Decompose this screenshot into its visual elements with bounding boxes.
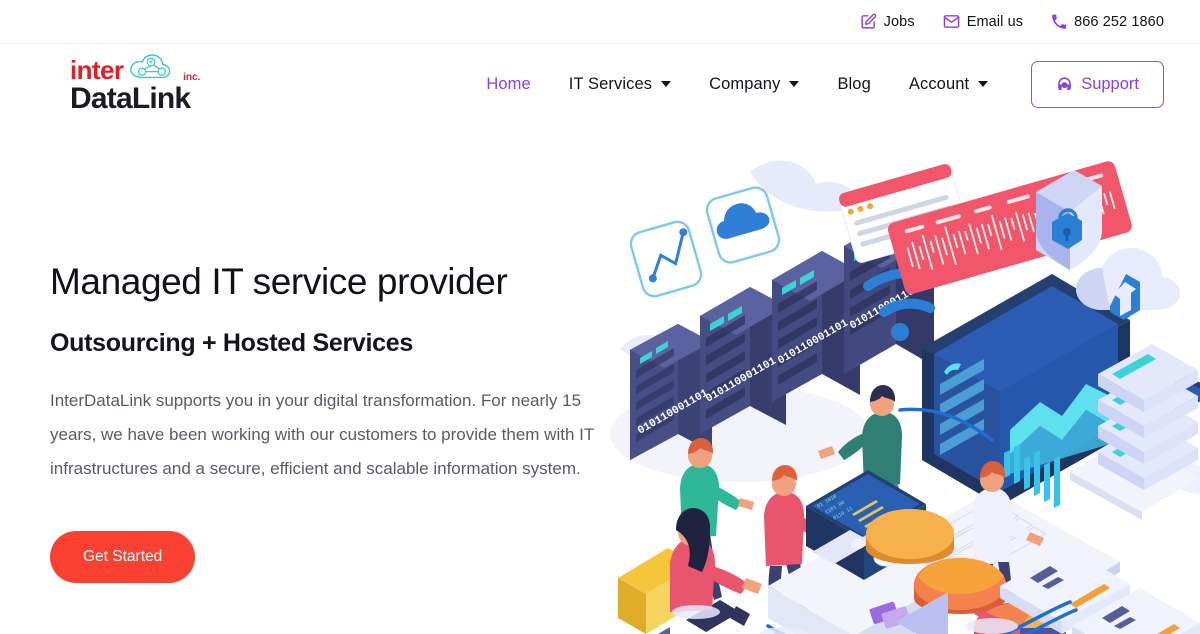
logo-word-inter: inter: [70, 54, 124, 85]
envelope-icon: [943, 13, 960, 30]
nav-item-blog-label: Blog: [837, 74, 871, 93]
cloud-network-icon: [127, 53, 175, 81]
get-started-button[interactable]: Get Started: [50, 530, 196, 583]
main-navigation: Home IT Services Company Blog Account Su: [467, 60, 1164, 108]
nav-item-home[interactable]: Home: [467, 65, 549, 104]
support-button[interactable]: Support: [1031, 60, 1164, 108]
nav-item-account-label: Account: [908, 74, 970, 93]
page-title: Managed IT service provider: [50, 261, 508, 302]
hero-section: Managed IT service provider Outsourcing …: [0, 124, 1200, 634]
top-utility-bar: Jobs Email us 866 252 1860: [0, 0, 1200, 44]
topbar-link-jobs[interactable]: Jobs: [846, 13, 929, 30]
nav-item-company[interactable]: Company: [690, 65, 818, 104]
nav-item-company-label: Company: [709, 74, 781, 93]
hero-description: InterDataLink supports you in your digit…: [50, 390, 594, 478]
topbar-link-jobs-label: Jobs: [883, 13, 915, 30]
headset-icon: [1056, 76, 1073, 93]
logo-suffix-inc: inc.: [183, 71, 201, 83]
nav-item-blog[interactable]: Blog: [818, 65, 889, 104]
hero-illustration: 010110001101 010110001101 010110001101 0…: [600, 134, 1200, 634]
phone-icon: [1051, 14, 1067, 30]
isometric-it-infrastructure-illustration: 010110001101 010110001101 010110001101 0…: [610, 160, 1200, 634]
chevron-down-icon: [661, 81, 672, 87]
logo-word-datalink: DataLink: [70, 81, 191, 115]
logo-text-block: inter inc. DataLink: [70, 53, 200, 115]
topbar-link-email-label: Email us: [966, 13, 1024, 30]
chevron-down-icon: [789, 81, 800, 87]
support-button-label: Support: [1081, 74, 1139, 93]
logo-top-row: inter inc.: [70, 53, 200, 85]
nav-item-it-services-label: IT Services: [568, 74, 653, 93]
nav-item-home-label: Home: [486, 74, 531, 93]
chevron-down-icon: [978, 81, 989, 87]
hero-text-column: Managed IT service provider Outsourcing …: [0, 124, 600, 583]
site-logo[interactable]: inter inc. DataLink: [36, 53, 200, 115]
topbar-link-email[interactable]: Email us: [929, 13, 1037, 30]
site-header: inter inc. DataLink Home IT Services Com…: [0, 44, 1200, 124]
top-utility-items: Jobs Email us 866 252 1860: [846, 13, 1164, 30]
nav-item-it-services[interactable]: IT Services: [550, 65, 690, 104]
edit-square-icon: [860, 13, 877, 30]
nav-item-account[interactable]: Account: [890, 65, 1007, 104]
topbar-phone-number[interactable]: 866 252 1860: [1037, 14, 1164, 30]
topbar-phone-label: 866 252 1860: [1074, 13, 1164, 30]
hero-subtitle: Outsourcing + Hosted Services: [50, 328, 413, 357]
